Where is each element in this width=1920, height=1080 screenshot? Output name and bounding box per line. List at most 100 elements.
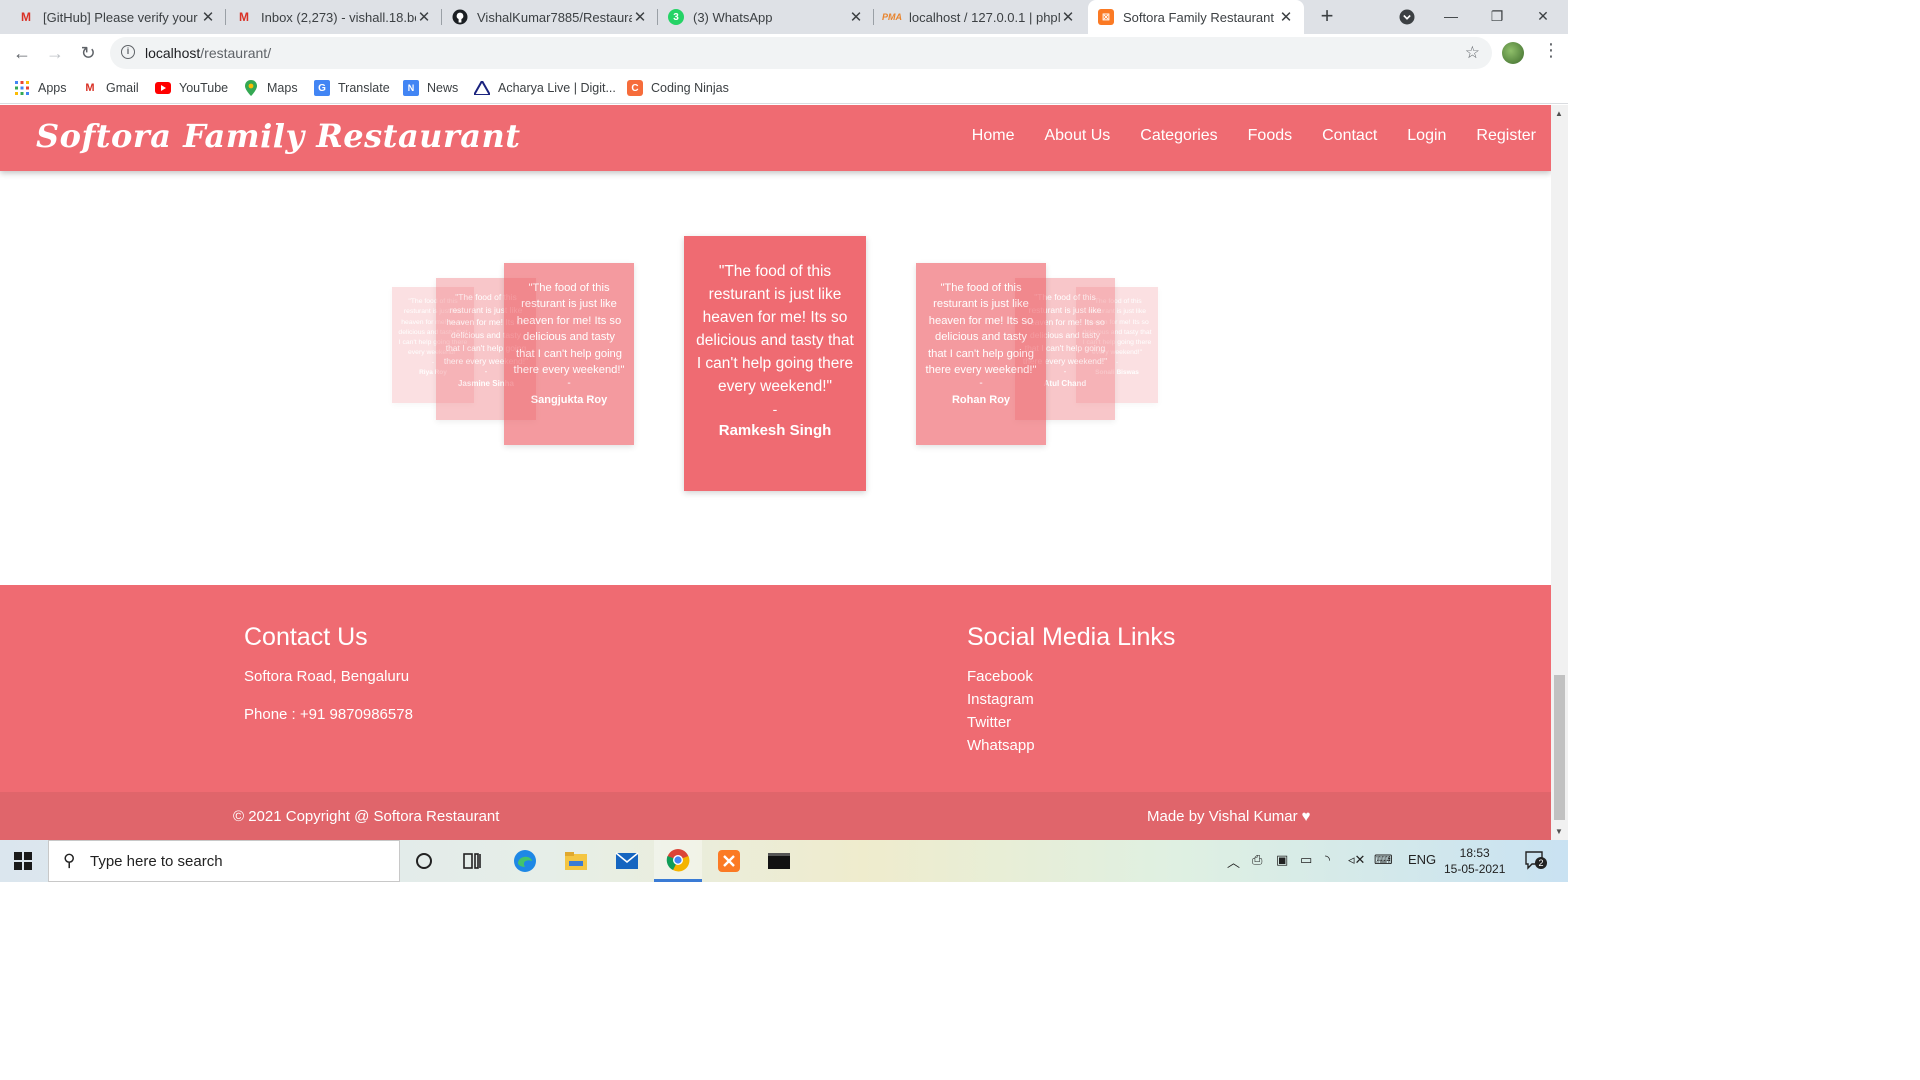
- close-tab-icon[interactable]: ✕: [632, 8, 648, 26]
- url-path: /restaurant/: [200, 45, 272, 61]
- chrome-icon[interactable]: [654, 840, 702, 882]
- people-icon[interactable]: ⎙: [1252, 852, 1262, 868]
- youtube-icon: [155, 80, 171, 96]
- bookmark-maps[interactable]: Maps: [243, 78, 298, 98]
- testimonial-card-center[interactable]: "The food of this resturant is just like…: [684, 236, 866, 491]
- bookmarks-bar: Apps M Gmail YouTube Maps G Translate N …: [0, 72, 1568, 104]
- social-link-instagram[interactable]: Instagram: [967, 691, 1034, 708]
- copyright-text: © 2021 Copyright @ Softora Restaurant: [233, 808, 500, 825]
- social-link-whatsapp[interactable]: Whatsapp: [967, 737, 1035, 754]
- nav-link-about-us[interactable]: About Us: [1044, 127, 1110, 145]
- made-by-text: Made by Vishal Kumar: [1147, 808, 1298, 825]
- windows-start-icon[interactable]: [14, 852, 32, 870]
- search-placeholder: Type here to search: [90, 853, 223, 870]
- language-indicator[interactable]: ENG: [1408, 852, 1436, 867]
- battery-icon[interactable]: ▭: [1300, 852, 1312, 868]
- close-tab-icon[interactable]: ✕: [1278, 8, 1294, 26]
- terminal-icon[interactable]: [755, 840, 803, 882]
- minimize-button[interactable]: —: [1428, 0, 1474, 34]
- xampp-icon[interactable]: [705, 840, 753, 882]
- volume-muted-icon[interactable]: ◃✕: [1348, 852, 1365, 868]
- tab-softora-active[interactable]: ⊠ Softora Family Restaurant ✕: [1088, 0, 1304, 34]
- xampp-icon: ⊠: [1098, 9, 1114, 25]
- social-link-twitter[interactable]: Twitter: [967, 714, 1011, 731]
- tab-search-button[interactable]: [1384, 0, 1430, 34]
- show-hidden-icons-chevron-icon[interactable]: ︿: [1227, 852, 1240, 871]
- tab-inbox[interactable]: M Inbox (2,273) - vishall.18.be ✕: [226, 0, 442, 34]
- copyright-bar: © 2021 Copyright @ Softora Restaurant Ma…: [0, 792, 1551, 840]
- browser-menu-icon[interactable]: ⋮: [1542, 40, 1560, 61]
- site-footer: Contact Us Softora Road, Bengaluru Phone…: [0, 585, 1551, 792]
- address-bar[interactable]: i localhost/restaurant/ ☆: [110, 37, 1492, 69]
- keyboard-icon[interactable]: ⌨: [1374, 852, 1393, 868]
- url-host: localhost: [145, 45, 201, 61]
- tab-phpmyadmin[interactable]: PMA localhost / 127.0.0.1 | phpM ✕: [874, 0, 1086, 34]
- windows-taskbar: ⚲ Type here to search ︿ ⎙ ▣ ▭ ◝ ◃✕ ⌨ ENG…: [0, 840, 1568, 882]
- heart-icon: ♥: [1301, 808, 1311, 825]
- bookmark-star-icon[interactable]: ☆: [1465, 43, 1480, 63]
- system-clock[interactable]: 18:53 15-05-2021: [1444, 845, 1505, 877]
- testimonial-card-right-1[interactable]: "The food of this resturant is just like…: [916, 263, 1046, 445]
- notification-count-badge: 2: [1535, 857, 1547, 869]
- bookmark-gmail[interactable]: M Gmail: [82, 78, 138, 98]
- back-button[interactable]: ←: [8, 39, 36, 67]
- nav-link-home[interactable]: Home: [972, 127, 1015, 145]
- bookmark-translate[interactable]: G Translate: [314, 78, 390, 98]
- bookmark-coding-ninjas[interactable]: C Coding Ninjas: [627, 78, 729, 98]
- close-tab-icon[interactable]: ✕: [848, 8, 864, 26]
- scroll-down-arrow-icon[interactable]: ▼: [1555, 827, 1563, 836]
- bookmark-apps[interactable]: Apps: [14, 78, 67, 98]
- github-icon: [452, 9, 468, 25]
- close-tab-icon[interactable]: ✕: [1060, 8, 1076, 26]
- made-by: Made by Vishal Kumar ♥: [1147, 808, 1311, 825]
- whatsapp-icon: 3: [668, 9, 684, 25]
- mail-icon[interactable]: [603, 840, 651, 882]
- nav-link-contact[interactable]: Contact: [1322, 127, 1377, 145]
- nav-link-login[interactable]: Login: [1407, 127, 1446, 145]
- site-brand-logo[interactable]: Softora Family Restaurant: [36, 117, 521, 155]
- tab-github-repo[interactable]: VishalKumar7885/Restauran ✕: [442, 0, 658, 34]
- bookmark-acharya[interactable]: Acharya Live | Digit...: [474, 78, 616, 98]
- edge-icon[interactable]: [501, 840, 549, 882]
- gmail-icon: M: [85, 82, 95, 94]
- forward-button[interactable]: →: [41, 39, 69, 67]
- testimonial-card-left-1[interactable]: "The food of this resturant is just like…: [504, 263, 634, 445]
- close-tab-icon[interactable]: ✕: [416, 8, 432, 26]
- apps-grid-icon: [14, 80, 30, 96]
- site-info-icon[interactable]: i: [121, 45, 135, 59]
- site-navbar: Softora Family Restaurant Home About Us …: [0, 105, 1551, 171]
- reload-button[interactable]: ↻: [74, 39, 102, 67]
- coding-ninjas-icon: C: [627, 80, 643, 96]
- tab-github-verify[interactable]: M [GitHub] Please verify your d ✕: [8, 0, 226, 34]
- profile-avatar[interactable]: [1502, 42, 1524, 64]
- cortana-icon[interactable]: [400, 840, 448, 882]
- network-tray-icon[interactable]: ▣: [1276, 852, 1288, 868]
- scroll-up-arrow-icon[interactable]: ▲: [1555, 109, 1563, 118]
- social-links-heading: Social Media Links: [967, 623, 1176, 651]
- tab-whatsapp[interactable]: 3 (3) WhatsApp ✕: [658, 0, 874, 34]
- notification-center-icon[interactable]: 2: [1524, 850, 1547, 870]
- maps-icon: [243, 80, 259, 96]
- nav-link-categories[interactable]: Categories: [1140, 127, 1217, 145]
- taskbar-search-box[interactable]: ⚲ Type here to search: [48, 840, 400, 882]
- bookmark-youtube[interactable]: YouTube: [155, 78, 228, 98]
- task-view-icon[interactable]: [449, 840, 497, 882]
- social-link-facebook[interactable]: Facebook: [967, 668, 1033, 685]
- nav-link-register[interactable]: Register: [1476, 127, 1536, 145]
- file-explorer-icon[interactable]: [552, 840, 600, 882]
- acharya-icon: [474, 80, 490, 96]
- close-tab-icon[interactable]: ✕: [200, 8, 216, 26]
- contact-us-heading: Contact Us: [244, 623, 368, 651]
- phpmyadmin-icon: PMA: [882, 12, 902, 22]
- footer-phone: Phone : +91 9870986578: [244, 706, 413, 723]
- browser-tabstrip: M [GitHub] Please verify your d ✕ M Inbo…: [0, 0, 1568, 34]
- scrollbar-thumb[interactable]: [1554, 675, 1565, 820]
- new-tab-button[interactable]: +: [1314, 4, 1340, 30]
- close-window-button[interactable]: ✕: [1520, 0, 1566, 34]
- bookmark-news[interactable]: N News: [403, 78, 458, 98]
- search-icon: ⚲: [63, 851, 76, 870]
- page-scrollbar[interactable]: ▲ ▼: [1551, 105, 1568, 840]
- restore-button[interactable]: ❐: [1474, 0, 1520, 34]
- wifi-icon[interactable]: ◝: [1325, 852, 1330, 868]
- nav-link-foods[interactable]: Foods: [1248, 127, 1292, 145]
